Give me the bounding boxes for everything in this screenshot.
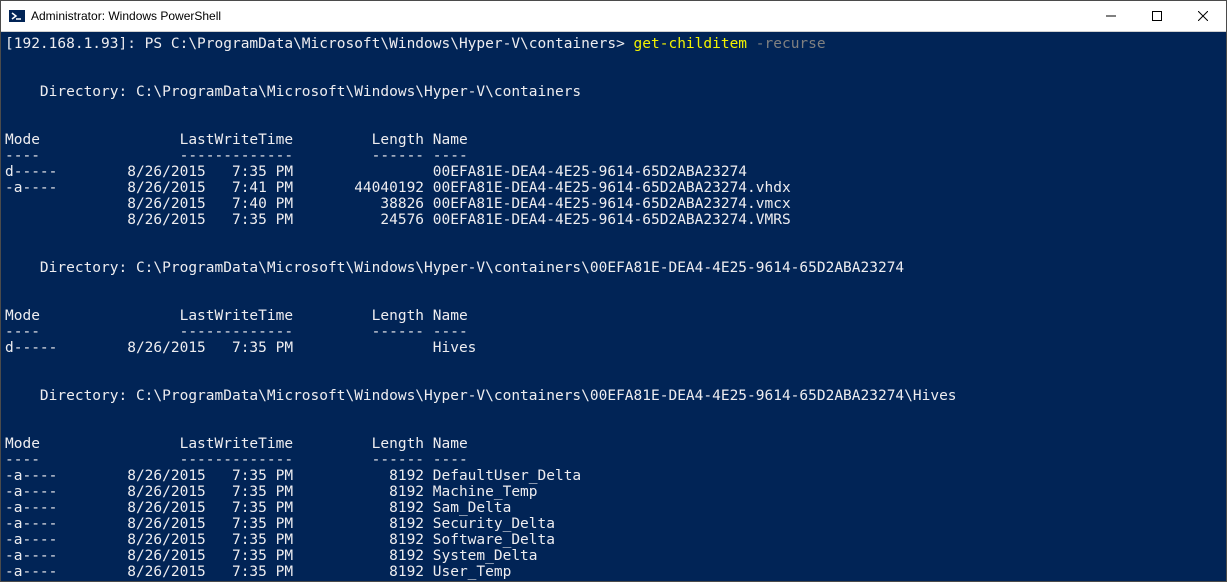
table-row: 8/26/2015 7:40 PM 38826 00EFA81E-DEA4-4E… — [5, 196, 791, 212]
command-arg: -recurse — [747, 36, 826, 52]
command: get-childitem — [634, 36, 748, 52]
table-row: -a---- 8/26/2015 7:35 PM 8192 DefaultUse… — [5, 468, 581, 484]
directory-header: Directory: C:\ProgramData\Microsoft\Wind… — [5, 388, 957, 404]
table-row: -a---- 8/26/2015 7:35 PM 8192 Software_D… — [5, 532, 555, 548]
table-row: d----- 8/26/2015 7:35 PM Hives — [5, 340, 476, 356]
table-row: -a---- 8/26/2015 7:35 PM 8192 Machine_Te… — [5, 484, 538, 500]
table-row: -a---- 8/26/2015 7:35 PM 8192 User_Temp — [5, 564, 511, 580]
table-row: 8/26/2015 7:35 PM 24576 00EFA81E-DEA4-4E… — [5, 212, 791, 228]
close-button[interactable] — [1180, 1, 1226, 31]
table-row: -a---- 8/26/2015 7:35 PM 8192 Sam_Delta — [5, 500, 511, 516]
table-row: -a---- 8/26/2015 7:35 PM 8192 System_Del… — [5, 548, 538, 564]
console-area[interactable]: [192.168.1.93]: PS C:\ProgramData\Micros… — [1, 32, 1226, 581]
table-header: Mode LastWriteTime Length Name — [5, 132, 468, 148]
directory-header: Directory: C:\ProgramData\Microsoft\Wind… — [5, 260, 904, 276]
table-header: Mode LastWriteTime Length Name — [5, 436, 468, 452]
window-controls — [1088, 1, 1226, 31]
minimize-button[interactable] — [1088, 1, 1134, 31]
table-divider: ---- ------------- ------ ---- — [5, 452, 468, 468]
table-header: Mode LastWriteTime Length Name — [5, 308, 468, 324]
powershell-window: Administrator: Windows PowerShell [192.1… — [0, 0, 1227, 582]
prompt-line: [192.168.1.93]: PS C:\ProgramData\Micros… — [5, 36, 634, 52]
table-row: -a---- 8/26/2015 7:41 PM 44040192 00EFA8… — [5, 180, 791, 196]
window-title: Administrator: Windows PowerShell — [31, 9, 221, 23]
powershell-icon — [9, 8, 25, 24]
table-row: -a---- 8/26/2015 7:35 PM 8192 Security_D… — [5, 516, 555, 532]
titlebar[interactable]: Administrator: Windows PowerShell — [1, 1, 1226, 32]
directory-header: Directory: C:\ProgramData\Microsoft\Wind… — [5, 84, 581, 100]
maximize-button[interactable] — [1134, 1, 1180, 31]
table-row: d----- 8/26/2015 7:35 PM 00EFA81E-DEA4-4… — [5, 164, 747, 180]
table-divider: ---- ------------- ------ ---- — [5, 148, 468, 164]
table-divider: ---- ------------- ------ ---- — [5, 324, 468, 340]
